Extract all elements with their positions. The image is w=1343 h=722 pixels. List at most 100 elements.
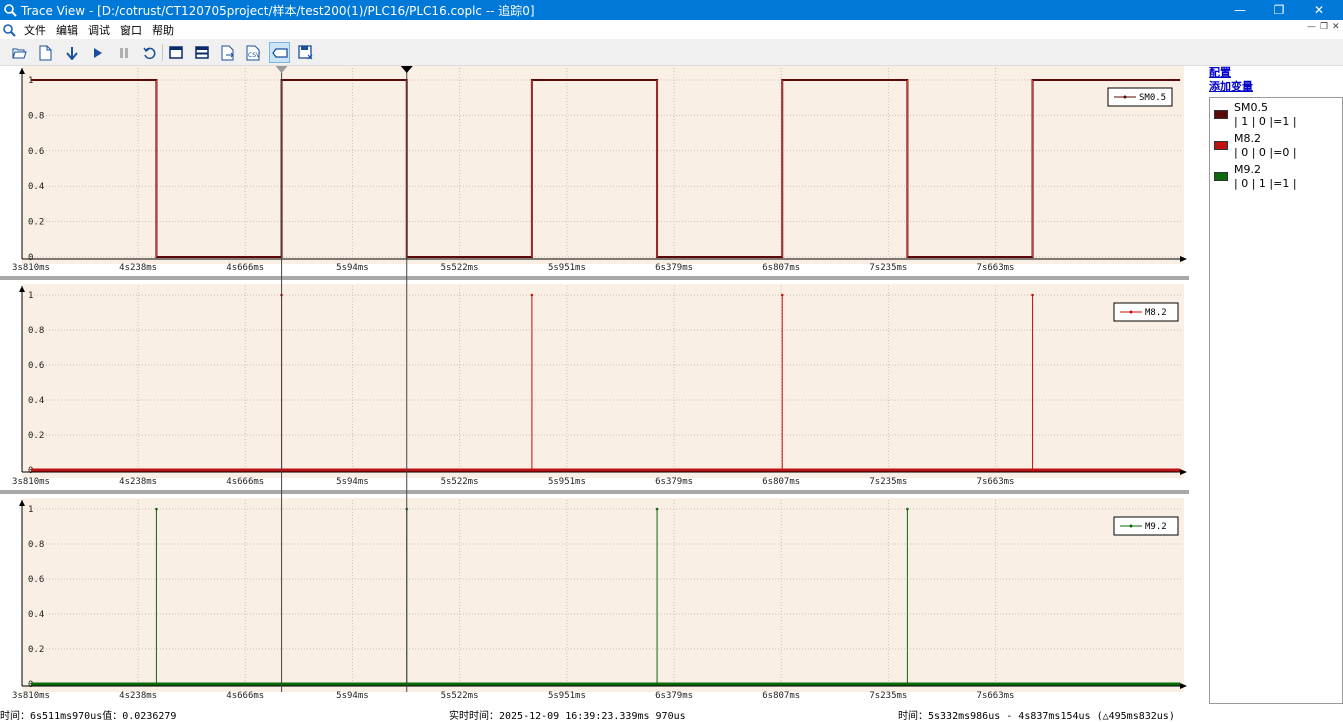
chart-area[interactable]: 3s810ms 4s238ms 4s666ms 5s94ms 5s522ms 5s951m… [0, 66, 1189, 706]
marker-button[interactable] [269, 42, 290, 63]
export-icon [221, 45, 234, 60]
app-menu-icon[interactable] [2, 23, 16, 37]
x-tick-label: 6s379ms [655, 477, 693, 487]
x-tick-label: 5s951ms [548, 263, 586, 273]
play-icon [93, 47, 102, 58]
new-button[interactable] [35, 42, 56, 63]
status-bar: 时间：6s511ms970us值：0.0236279 实时时间：2025-12-… [0, 706, 1343, 722]
plot-background [22, 498, 1184, 692]
mdi-restore-icon[interactable]: ❐ [1320, 22, 1328, 32]
variable-color-swatch [1214, 141, 1228, 150]
x-tick-label: 7s235ms [869, 263, 907, 273]
split-view-icon [194, 46, 209, 59]
mdi-close-icon[interactable]: ✕ [1332, 22, 1340, 32]
variable-list: SM0.5 | 1 | 0 |=1 | M8.2 | 0 | 0 |=0 | M… [1209, 97, 1343, 704]
play-button[interactable] [87, 42, 108, 63]
plot-background [22, 284, 1184, 478]
y-tick-label: 0.4 [28, 182, 44, 192]
open-button[interactable] [9, 42, 30, 63]
app-icon [4, 4, 17, 17]
data-point [780, 293, 784, 297]
data-point [155, 507, 158, 511]
mdi-minimize-icon[interactable]: — [1307, 22, 1316, 32]
y-tick-label: 0.8 [28, 540, 44, 550]
x-tick-label: 4s666ms [226, 263, 264, 273]
y-tick-label: 0.4 [28, 396, 44, 406]
menu-help[interactable]: 帮助 [147, 22, 179, 38]
menu-edit[interactable]: 编辑 [51, 22, 83, 38]
save-button[interactable] [295, 42, 316, 63]
y-tick-label: 0.8 [28, 326, 44, 336]
x-tick-label: 6s379ms [655, 263, 693, 273]
menu-bar: 文件 编辑 调试 窗口 帮助 — ❐ ✕ [0, 20, 1343, 39]
new-icon [39, 45, 52, 60]
x-tick-label: 3s810ms [12, 477, 50, 487]
x-tick-label: 5s522ms [441, 691, 479, 701]
x-tick-label: 5s94ms [336, 691, 369, 701]
variable-values: | 0 | 1 |=1 | [1234, 177, 1297, 190]
x-tick-label: 7s663ms [977, 691, 1015, 701]
x-tick-label: 5s522ms [441, 263, 479, 273]
x-tick-label: 5s94ms [336, 477, 369, 487]
menu-window[interactable]: 窗口 [115, 22, 147, 38]
close-button[interactable]: ✕ [1296, 0, 1342, 20]
open-icon [12, 48, 27, 59]
variable-name: M8.2 [1234, 132, 1261, 145]
csv-button[interactable]: CSV [243, 42, 264, 63]
toolbar: CSV [0, 39, 1343, 66]
y-tick-label: 0.2 [28, 645, 44, 655]
y-tick-label: 0.2 [28, 218, 44, 228]
y-tick-label: 0.2 [28, 431, 44, 441]
download-icon [65, 46, 78, 60]
save-icon [298, 45, 313, 60]
export-button[interactable] [217, 42, 238, 63]
title-bar: Trace View - [D:/cotrust/CT120705project… [0, 0, 1343, 20]
menu-file[interactable]: 文件 [19, 22, 51, 38]
config-link[interactable]: 配置 [1207, 66, 1343, 80]
x-tick-label: 4s666ms [226, 477, 264, 487]
x-tick-label: 6s807ms [762, 477, 800, 487]
x-tick-label: 7s235ms [869, 691, 907, 701]
x-tick-label: 5s951ms [548, 691, 586, 701]
y-tick-label: 0.8 [28, 111, 44, 121]
x-tick-label: 6s807ms [762, 691, 800, 701]
x-tick-label: 7s663ms [977, 263, 1015, 273]
y-tick-label: 1 [28, 505, 33, 515]
plot-background [22, 66, 1184, 264]
split-view-button[interactable] [191, 42, 212, 63]
single-view-button[interactable] [165, 42, 186, 63]
single-view-icon [168, 46, 183, 59]
trace-charts[interactable]: 3s810ms 4s238ms 4s666ms 5s94ms 5s522ms 5s951m… [0, 66, 1189, 706]
x-tick-label: 3s810ms [12, 263, 50, 273]
legend-label: M9.2 [1145, 522, 1167, 532]
x-tick-label: 5s94ms [336, 263, 369, 273]
toolbar-separator [162, 44, 163, 61]
refresh-button[interactable] [139, 42, 160, 63]
y-tick-label: 0.6 [28, 147, 44, 157]
y-tick-label: 0.4 [28, 610, 44, 620]
window-title: Trace View - [D:/cotrust/CT120705project… [21, 3, 535, 18]
data-point [655, 507, 659, 511]
y-tick-label: 0 [28, 253, 33, 263]
variable-name: M9.2 [1234, 163, 1261, 176]
pause-button[interactable] [113, 42, 134, 63]
refresh-icon [142, 47, 155, 59]
variable-values: | 0 | 0 |=0 | [1234, 146, 1297, 159]
variable-color-swatch [1214, 172, 1228, 181]
panel-separator [0, 490, 1189, 494]
data-point [906, 507, 909, 511]
add-variable-link[interactable]: 添加变量 [1207, 80, 1343, 94]
y-tick-label: 0.6 [28, 575, 44, 585]
svg-text:CSV: CSV [248, 52, 261, 59]
download-button[interactable] [61, 42, 82, 63]
menu-debug[interactable]: 调试 [83, 22, 115, 38]
variable-name: SM0.5 [1234, 101, 1268, 114]
x-tick-label: 5s522ms [441, 477, 479, 487]
legend-marker [1123, 95, 1127, 99]
variable-values: | 1 | 0 |=1 | [1234, 115, 1297, 128]
legend-marker [1129, 524, 1133, 528]
data-point [530, 293, 534, 297]
x-tick-label: 5s951ms [548, 477, 586, 487]
variable-panel: 配置 添加变量 SM0.5 | 1 | 0 |=1 | M8.2 | 0 | 0… [1207, 66, 1343, 706]
x-tick-label: 4s238ms [119, 263, 157, 273]
